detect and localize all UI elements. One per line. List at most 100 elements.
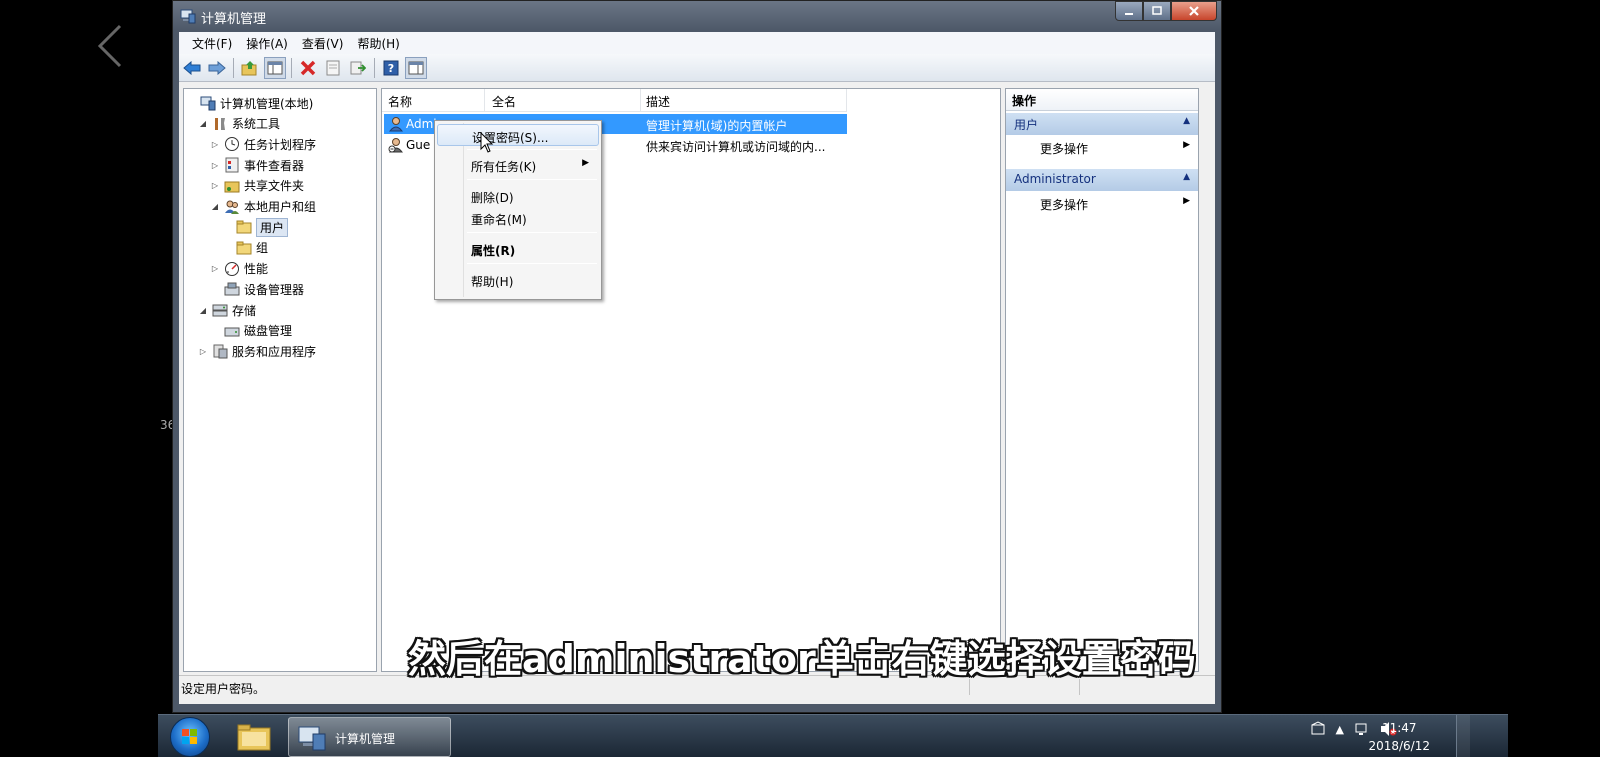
actions-section-users[interactable]: 用户 ▲	[1006, 113, 1198, 135]
explorer-taskbar-button[interactable]	[228, 717, 280, 757]
clock-date: 2018/6/12	[1368, 739, 1430, 753]
column-divider[interactable]	[640, 89, 641, 112]
show-hidden-icons-icon[interactable]: ▲	[1336, 723, 1344, 736]
collapsed-arrow-icon[interactable]: ▷	[210, 181, 220, 190]
tree-item-label: 磁盘管理	[244, 324, 293, 339]
menu-item-properties[interactable]: 属性(R)	[437, 238, 599, 260]
window-title: 计算机管理	[201, 12, 267, 27]
collapsed-arrow-icon[interactable]: ▷	[210, 264, 220, 273]
tree-item[interactable]: 用户	[222, 217, 289, 237]
menu-separator	[467, 232, 597, 233]
collapsed-arrow-icon[interactable]: ▷	[210, 140, 220, 149]
collapse-up-icon: ▲	[1183, 172, 1190, 182]
clock-icon	[225, 137, 239, 152]
column-header-description[interactable]: 描述	[646, 93, 670, 110]
menu-item-help[interactable]: 帮助(H)	[437, 269, 599, 291]
more-actions-label: 更多操作	[1040, 142, 1089, 156]
column-divider[interactable]	[484, 89, 485, 112]
user-description: 管理计算机(域)的内置帐户	[646, 119, 788, 133]
title-bar[interactable]: 计算机管理	[173, 1, 1221, 31]
delete-button[interactable]	[297, 57, 319, 79]
menu-item-delete[interactable]: 删除(D)	[437, 185, 599, 207]
back-chevron-icon[interactable]	[92, 22, 132, 70]
folder-up-icon	[241, 60, 257, 75]
menu-separator	[467, 179, 597, 180]
back-button[interactable]	[181, 57, 203, 79]
expanded-arrow-icon[interactable]: ◢	[198, 306, 208, 315]
tree-item[interactable]: ▷ 共享文件夹	[210, 176, 304, 196]
tree-item-label: 事件查看器	[244, 158, 305, 173]
forward-button[interactable]	[206, 57, 228, 79]
tree-item-label: 系统工具	[232, 117, 281, 132]
column-header-name[interactable]: 名称	[388, 93, 412, 110]
actions-section-administrator[interactable]: Administrator ▲	[1006, 169, 1198, 191]
context-menu: 设置密码(S)... 所有任务(K) ▶ 删除(D) 重命名(M) 属性(R) …	[434, 120, 602, 300]
taskbar-item-computer-management[interactable]: 计算机管理	[288, 717, 451, 757]
properties-icon	[326, 60, 340, 75]
tree-item[interactable]: 计算机管理(本地)	[186, 93, 313, 113]
tree-item-label: 组	[256, 241, 269, 256]
tree-item-label: 设备管理器	[244, 282, 305, 297]
folder-icon	[236, 220, 252, 234]
menu-item-rename[interactable]: 重命名(M)	[437, 207, 599, 229]
toolbar-separator	[233, 57, 234, 78]
expanded-arrow-icon[interactable]: ◢	[210, 202, 220, 211]
menu-item-label: 属性(R)	[471, 244, 516, 258]
column-header-fullname[interactable]: 全名	[492, 93, 516, 110]
clock-time: 11:47	[1381, 721, 1417, 735]
maximize-button[interactable]	[1143, 1, 1171, 21]
tree-item[interactable]: ▷ 性能	[210, 259, 268, 279]
tree-item-label: 本地用户和组	[244, 200, 317, 214]
menu-help[interactable]: 帮助(H)	[350, 35, 406, 52]
section-label: Administrator	[1014, 172, 1096, 186]
show-action-pane-button[interactable]	[405, 56, 427, 79]
windows-logo-icon	[182, 729, 197, 744]
show-hide-tree-button[interactable]	[264, 56, 286, 79]
more-actions-users[interactable]: 更多操作 ▶	[1006, 137, 1198, 157]
minimize-button[interactable]	[1115, 1, 1143, 21]
more-actions-administrator[interactable]: 更多操作 ▶	[1006, 193, 1198, 213]
maximize-icon	[1152, 6, 1162, 15]
event-viewer-icon	[225, 157, 239, 173]
tree-item[interactable]: 磁盘管理	[210, 321, 292, 341]
tree-item[interactable]: ◢ 系统工具	[198, 114, 280, 134]
export-list-button[interactable]	[347, 57, 369, 79]
computer-management-icon	[298, 726, 326, 751]
show-desktop-button[interactable]	[1456, 715, 1470, 757]
tray-flag-icon[interactable]	[1310, 721, 1326, 737]
properties-button[interactable]	[322, 57, 344, 79]
actions-pane: 操作 用户 ▲ 更多操作 ▶ Administrator ▲ 更多操作 ▶	[1005, 88, 1199, 672]
collapsed-arrow-icon[interactable]: ▷	[210, 161, 220, 170]
menu-view[interactable]: 查看(V)	[295, 35, 351, 52]
help-icon: ?	[383, 60, 399, 75]
menu-item-set-password[interactable]: 设置密码(S)...	[437, 124, 599, 146]
console-tree-icon	[267, 61, 283, 74]
tree-item[interactable]: 设备管理器	[210, 279, 304, 299]
tools-icon	[215, 117, 225, 130]
menu-item-all-tasks[interactable]: 所有任务(K) ▶	[437, 154, 599, 176]
taskbar-item-label: 计算机管理	[335, 732, 396, 746]
collapse-up-icon: ▲	[1183, 116, 1190, 126]
tree-item[interactable]: ◢ 本地用户和组	[210, 197, 316, 217]
tree-item[interactable]: ▷ 任务计划程序	[210, 134, 316, 154]
taskbar-clock[interactable]: 11:47 2018/6/12	[1368, 719, 1430, 755]
close-button[interactable]	[1171, 1, 1217, 21]
tree-item[interactable]: 组	[222, 238, 268, 258]
menu-action[interactable]: 操作(A)	[239, 35, 295, 52]
collapsed-arrow-icon[interactable]: ▷	[198, 347, 208, 356]
action-pane-icon	[408, 61, 424, 74]
shared-folder-icon	[224, 181, 240, 193]
submenu-arrow-icon: ▶	[582, 158, 589, 168]
expanded-arrow-icon[interactable]: ◢	[198, 119, 208, 128]
actions-title: 操作	[1006, 89, 1198, 111]
start-button[interactable]	[170, 717, 210, 757]
tree-item[interactable]: ◢ 存储	[198, 300, 256, 320]
column-divider[interactable]	[846, 89, 847, 112]
up-level-button[interactable]	[239, 57, 261, 79]
menu-item-label: 重命名(M)	[471, 213, 527, 227]
menu-file[interactable]: 文件(F)	[185, 35, 239, 52]
tree-item[interactable]: ▷ 事件查看器	[210, 155, 304, 175]
help-button[interactable]: ?	[380, 57, 402, 79]
tree-item[interactable]: ▷ 服务和应用程序	[198, 341, 316, 361]
mouse-cursor-icon	[480, 132, 494, 153]
